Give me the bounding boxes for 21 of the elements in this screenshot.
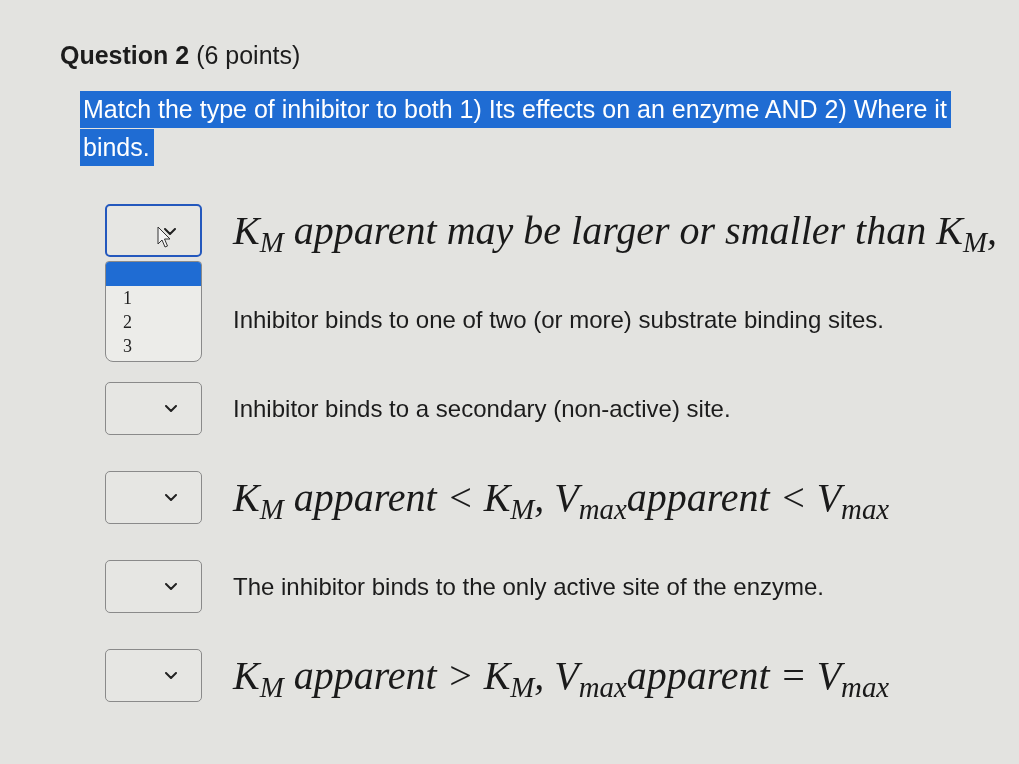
answer-dropdown[interactable] xyxy=(105,471,202,524)
statement-text: The inhibitor binds to the only active site of the enzyme. xyxy=(233,572,824,601)
cursor-icon xyxy=(157,226,171,248)
dropdown-option[interactable]: 1 xyxy=(106,286,201,310)
math-statement: K$_{M}$ apparent > K$_{M}$, V$_{max}$apparent = V$_{max}$ xyxy=(233,652,890,699)
question-title: Question 2 (6 points) xyxy=(60,40,301,70)
chevron-down-icon xyxy=(165,405,177,412)
answer-dropdown[interactable] xyxy=(105,382,202,435)
answer-dropdown[interactable] xyxy=(105,560,202,613)
dropdown-option[interactable]: 2 xyxy=(106,310,201,334)
dropdown-option[interactable]: 3 xyxy=(106,334,201,358)
math-statement: K$_{M}$ apparent may be larger or smaller than K$_{M}$, xyxy=(233,207,997,254)
answer-dropdown[interactable] xyxy=(105,204,202,257)
math-statement: K$_{M}$ apparent < K$_{M}$, V$_{max}$apparent < V$_{max}$ xyxy=(233,474,890,521)
statement-text: Inhibitor binds to a secondary (non-active) site. xyxy=(233,394,731,423)
chevron-down-icon xyxy=(165,583,177,590)
chevron-down-icon xyxy=(165,494,177,501)
answer-dropdown[interactable] xyxy=(105,649,202,702)
statement-text: Inhibitor binds to one of two (or more) substrate binding sites. xyxy=(233,305,884,334)
chevron-down-icon xyxy=(165,672,177,679)
chevron-down-icon xyxy=(164,228,176,235)
